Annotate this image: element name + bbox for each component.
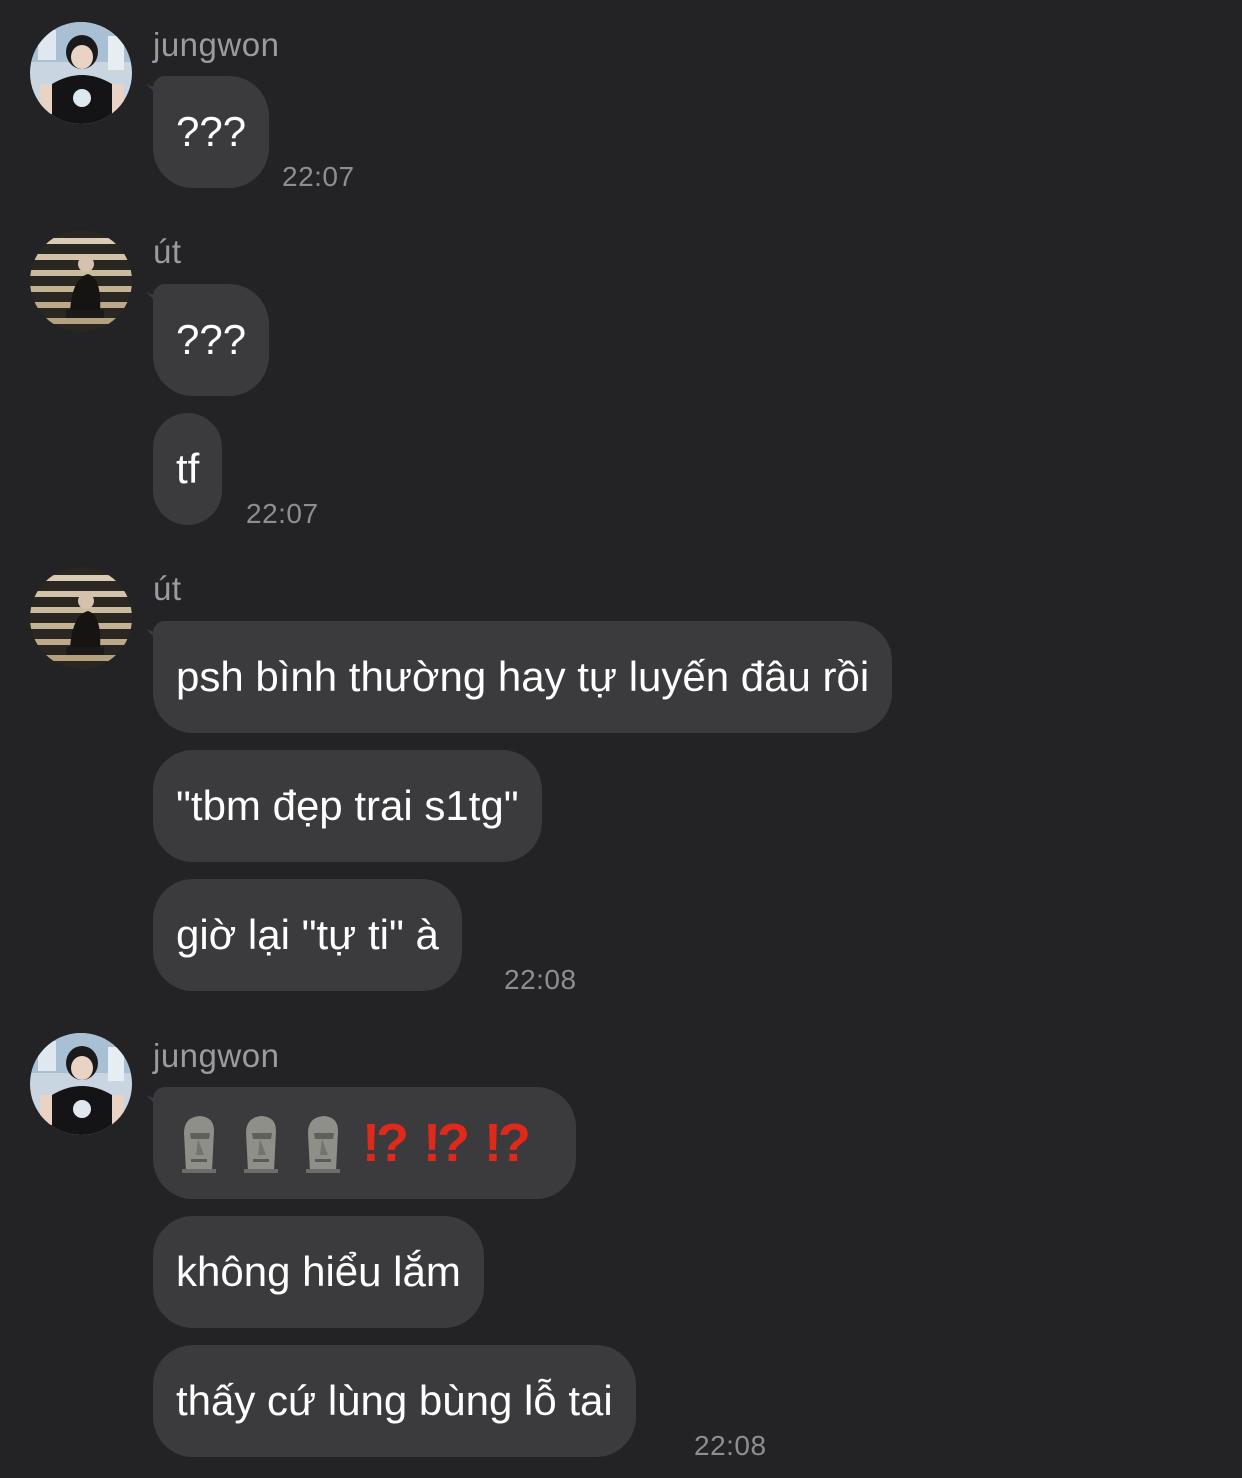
user-avatar-jungwon-icon	[30, 22, 132, 124]
message-bubble[interactable]: giờ lại "tự ti" à	[153, 879, 462, 991]
emoji-row: !? !? !?	[176, 1087, 553, 1199]
chat-thread: jungwon ??? 22:07 út ??? tf 22:07 út psh…	[0, 0, 1242, 1478]
message-bubble[interactable]: tf	[153, 413, 223, 525]
interrobang-icon: !?	[362, 1113, 409, 1173]
sender-name: jungwon	[153, 26, 280, 63]
message-bubble[interactable]: ???	[153, 284, 270, 396]
avatar-jungwon[interactable]	[30, 22, 132, 124]
moai-icon	[244, 1116, 278, 1173]
message-bubble[interactable]: !? !? !?	[153, 1087, 576, 1199]
sender-name: út	[153, 570, 182, 607]
avatar-jungwon[interactable]	[30, 1033, 132, 1135]
message-time: 22:08	[504, 964, 577, 995]
moai-icon	[182, 1116, 216, 1173]
interrobang-icon: !?	[483, 1113, 531, 1173]
message-bubble[interactable]: ???	[153, 76, 270, 188]
message-time: 22:07	[246, 498, 319, 529]
sender-name: út	[153, 233, 182, 270]
user-avatar-jungwon-icon	[30, 1033, 132, 1135]
interrobang-icon: !?	[422, 1113, 470, 1173]
avatar-ut[interactable]	[30, 567, 132, 669]
message-bubble[interactable]: psh bình thường hay tự luyến đâu rồi	[153, 621, 893, 733]
message-bubble[interactable]: không hiểu lắm	[153, 1216, 484, 1328]
user-avatar-ut-icon	[30, 567, 132, 669]
avatar-ut[interactable]	[30, 230, 132, 332]
moai-icon	[306, 1116, 340, 1173]
message-bubble[interactable]: thấy cứ lùng bùng lỗ tai	[153, 1345, 636, 1457]
message-bubble[interactable]: "tbm đẹp trai s1tg"	[153, 750, 542, 862]
message-time: 22:07	[282, 161, 355, 192]
message-time: 22:08	[694, 1430, 767, 1461]
sender-name: jungwon	[153, 1037, 280, 1074]
user-avatar-ut-icon	[30, 230, 132, 332]
